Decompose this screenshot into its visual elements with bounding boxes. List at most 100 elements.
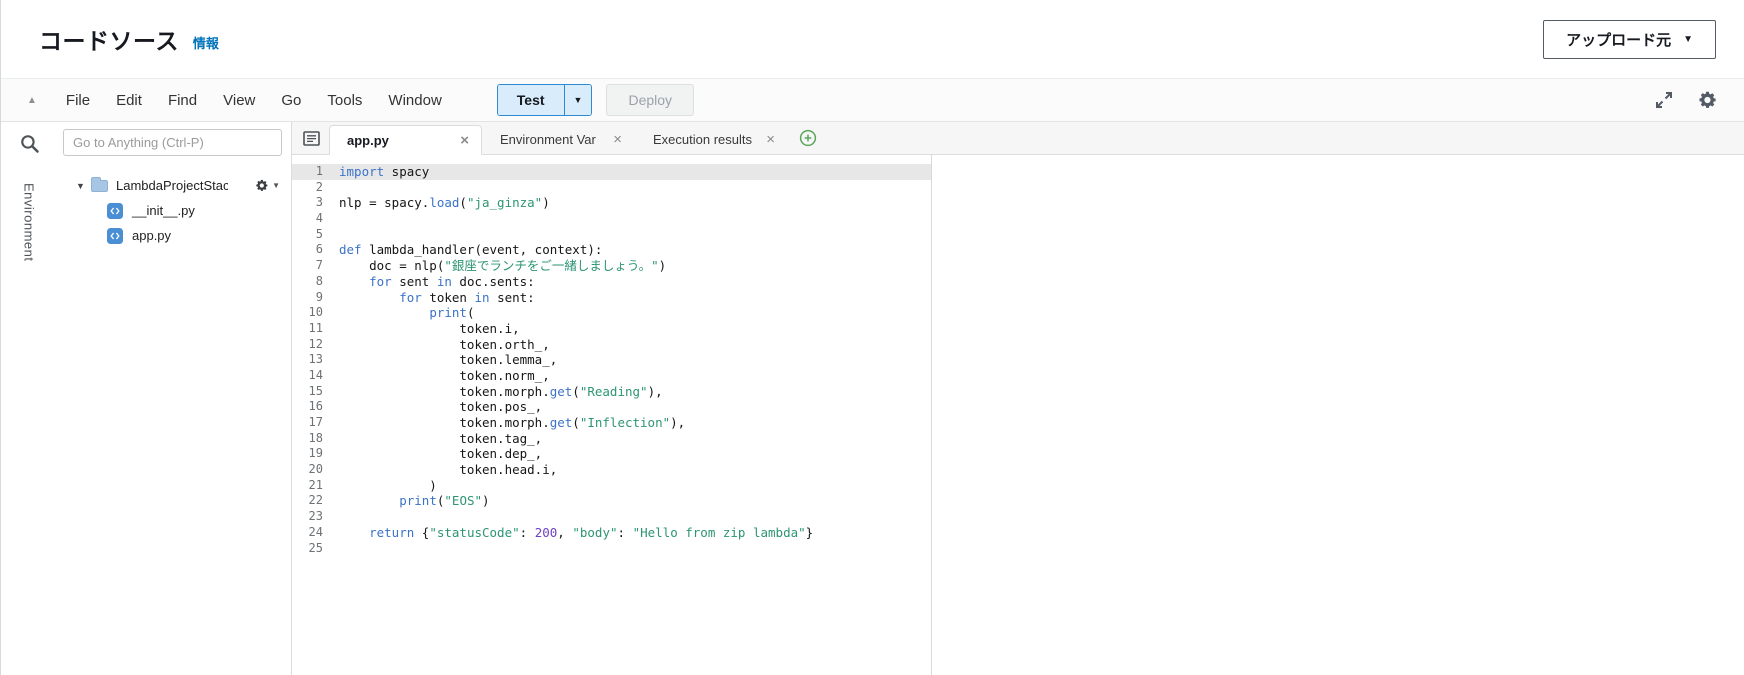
line-number[interactable]: 15: [292, 384, 329, 400]
environment-panel-tab[interactable]: Environment: [22, 183, 37, 261]
line-number[interactable]: 9: [292, 290, 329, 306]
tab-environment-variables[interactable]: Environment Var ×: [482, 124, 635, 154]
code-file-icon: [107, 202, 123, 219]
menu-file[interactable]: File: [53, 92, 103, 109]
code-line-text: token.norm_,: [339, 367, 550, 383]
tab-label: app.py: [347, 132, 389, 148]
goto-anything-input[interactable]: [63, 129, 282, 156]
code-line[interactable]: 19 token.dep_,: [292, 446, 931, 462]
line-number[interactable]: 7: [292, 258, 329, 274]
line-number[interactable]: 22: [292, 493, 329, 509]
line-number[interactable]: 25: [292, 541, 329, 557]
code-line[interactable]: 8 for sent in doc.sents:: [292, 274, 931, 290]
code-line[interactable]: 1 import spacy: [292, 164, 931, 180]
test-button-group: Test ▼: [496, 84, 593, 116]
tree-folder-row[interactable]: ▼ LambdaProjectStack ▼: [63, 173, 282, 198]
code-line[interactable]: 9 for token in sent:: [292, 290, 931, 306]
line-number[interactable]: 2: [292, 180, 329, 196]
code-line[interactable]: 24 return {"statusCode": 200, "body": "H…: [292, 525, 931, 541]
line-number[interactable]: 3: [292, 195, 329, 211]
upload-from-button[interactable]: アップロード元 ▼: [1543, 19, 1716, 59]
code-line[interactable]: 2: [292, 180, 931, 196]
line-number[interactable]: 1: [292, 164, 329, 180]
menu-window[interactable]: Window: [375, 92, 454, 109]
close-icon[interactable]: ×: [457, 132, 472, 149]
new-tab-icon[interactable]: [799, 129, 817, 147]
line-number[interactable]: 11: [292, 321, 329, 337]
settings-gear-icon[interactable]: [1696, 89, 1718, 111]
line-number[interactable]: 8: [292, 274, 329, 290]
code-line-text: for sent in doc.sents:: [369, 273, 535, 289]
line-number[interactable]: 23: [292, 509, 329, 525]
menu-tools[interactable]: Tools: [314, 92, 375, 109]
code-line[interactable]: 11 token.i,: [292, 321, 931, 337]
code-line-text: nlp = spacy.load("ja_ginza"): [339, 195, 550, 211]
menu-go[interactable]: Go: [268, 92, 314, 109]
menu-edit[interactable]: Edit: [103, 92, 155, 109]
code-line[interactable]: 15 token.morph.get("Reading"),: [292, 384, 931, 400]
line-number[interactable]: 16: [292, 399, 329, 415]
collapse-panel-icon[interactable]: ▲: [27, 95, 37, 106]
line-number[interactable]: 24: [292, 525, 329, 541]
search-icon[interactable]: [19, 133, 40, 159]
close-icon[interactable]: ×: [610, 131, 625, 148]
line-number[interactable]: 19: [292, 446, 329, 462]
code-line[interactable]: 20 token.head.i,: [292, 462, 931, 478]
line-number[interactable]: 18: [292, 431, 329, 447]
tab-app-py[interactable]: app.py ×: [329, 125, 482, 155]
code-line-text: token.dep_,: [339, 446, 543, 462]
tree-file-app-py[interactable]: app.py: [63, 223, 282, 248]
tree-settings-gear-icon[interactable]: ▼: [254, 178, 282, 193]
file-tree-panel: ▼ LambdaProjectStack ▼: [57, 122, 291, 675]
test-button[interactable]: Test: [497, 85, 565, 115]
code-line[interactable]: 23: [292, 509, 931, 525]
line-number[interactable]: 12: [292, 337, 329, 353]
line-number[interactable]: 6: [292, 242, 329, 258]
menu-find[interactable]: Find: [155, 92, 210, 109]
line-number[interactable]: 5: [292, 227, 329, 243]
code-line[interactable]: 14 token.norm_,: [292, 368, 931, 384]
line-number[interactable]: 10: [292, 305, 329, 321]
line-number[interactable]: 17: [292, 415, 329, 431]
info-link[interactable]: 情報: [193, 33, 219, 52]
code-line[interactable]: 6 def lambda_handler(event, context):: [292, 242, 931, 258]
test-dropdown-button[interactable]: ▼: [564, 85, 592, 115]
code-line[interactable]: 16 token.pos_,: [292, 399, 931, 415]
deploy-button[interactable]: Deploy: [606, 84, 695, 116]
line-number[interactable]: 4: [292, 211, 329, 227]
code-line[interactable]: 21 ): [292, 478, 931, 494]
editor-panes: 1 import spacy 2 3 nlp = spacy.load("ja_ginz…: [292, 155, 1744, 675]
line-number[interactable]: 14: [292, 368, 329, 384]
code-line-text: ): [339, 477, 437, 493]
code-line[interactable]: 25: [292, 541, 931, 557]
code-line[interactable]: 3 nlp = spacy.load("ja_ginza"): [292, 195, 931, 211]
close-icon[interactable]: ×: [763, 131, 778, 148]
code-line-text: def lambda_handler(event, context):: [339, 242, 603, 258]
code-line[interactable]: 7 doc = nlp("銀座でランチをご一緒しましょう。"): [292, 258, 931, 274]
menu-view[interactable]: View: [210, 92, 268, 109]
ide-workspace: Environment ▼ LambdaProjectStack ▼: [1, 122, 1744, 675]
code-line[interactable]: 17 token.morph.get("Inflection"),: [292, 415, 931, 431]
code-line-text: print(: [429, 305, 475, 321]
code-line[interactable]: 4: [292, 211, 931, 227]
fullscreen-icon[interactable]: [1654, 90, 1674, 110]
disclosure-triangle-icon[interactable]: ▼: [76, 181, 91, 191]
tab-execution-results[interactable]: Execution results ×: [635, 124, 788, 154]
code-line[interactable]: 12 token.orth_,: [292, 337, 931, 353]
code-editor[interactable]: 1 import spacy 2 3 nlp = spacy.load("ja_ginz…: [292, 155, 932, 675]
editor-tab-bar: app.py × Environment Var × Execution res…: [292, 122, 1744, 155]
line-number[interactable]: 21: [292, 478, 329, 494]
code-line-text: token.pos_,: [339, 399, 543, 415]
line-number[interactable]: 13: [292, 352, 329, 368]
code-line[interactable]: 13 token.lemma_,: [292, 352, 931, 368]
code-line[interactable]: 22 print("EOS"): [292, 493, 931, 509]
line-number[interactable]: 20: [292, 462, 329, 478]
code-line[interactable]: 18 token.tag_,: [292, 431, 931, 447]
code-line[interactable]: 10 print(: [292, 305, 931, 321]
tree-file-init-py[interactable]: __init__.py: [63, 198, 282, 223]
code-line[interactable]: 5: [292, 227, 931, 243]
tab-list-icon[interactable]: [303, 130, 320, 146]
